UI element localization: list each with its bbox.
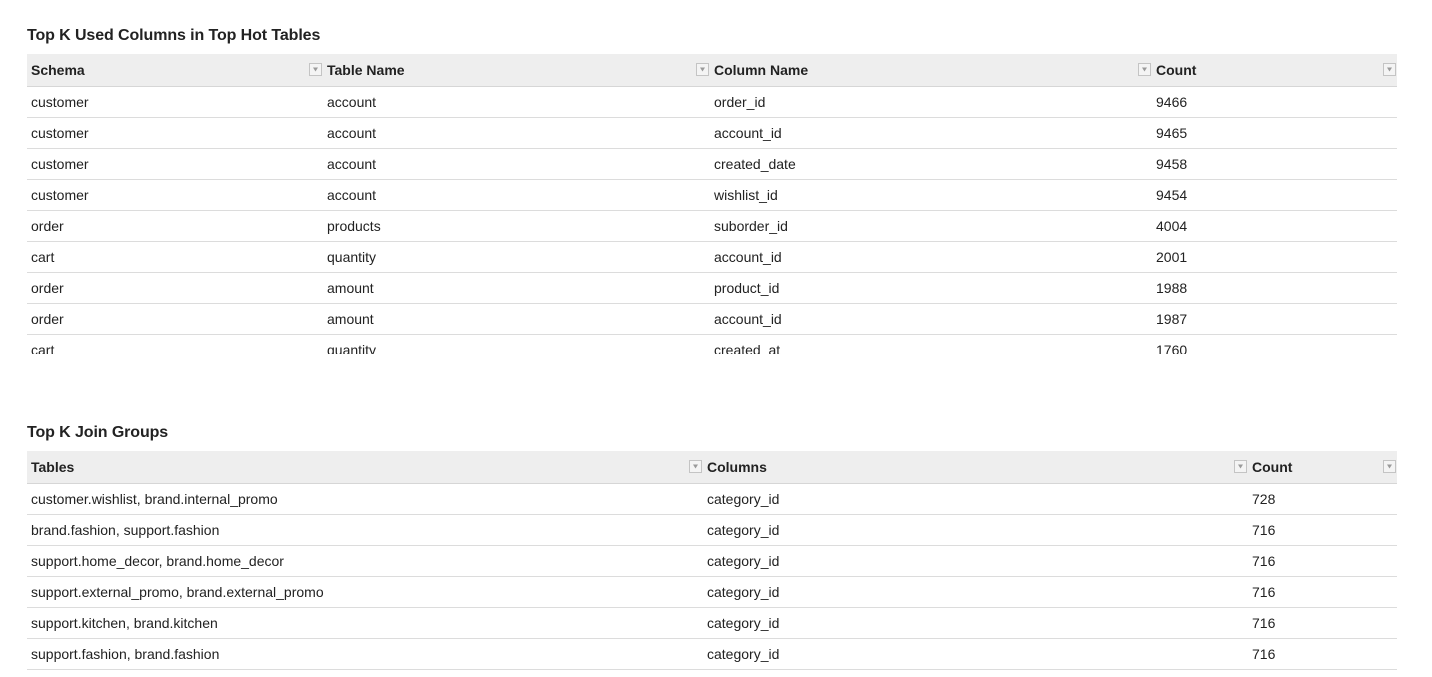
- cell-columns: category_id: [707, 491, 780, 507]
- top-columns-table[interactable]: Schema Table Name Column Name Count cust…: [27, 54, 1397, 354]
- table-row[interactable]: order amount product_id 1988: [27, 273, 1397, 304]
- cell-count: 4004: [1156, 218, 1188, 234]
- join-groups-panel: Top K Join Groups Tables Columns Count c…: [27, 421, 1397, 677]
- table-row[interactable]: support.external_promo, brand.external_p…: [27, 577, 1397, 608]
- column-header-schema[interactable]: Schema: [27, 54, 323, 86]
- filter-dropdown-icon[interactable]: [1234, 460, 1247, 473]
- column-header-count[interactable]: Count: [1152, 54, 1397, 86]
- panel-title: Top K Used Columns in Top Hot Tables: [27, 27, 321, 44]
- table-row[interactable]: cart quantity created_at 1760: [27, 335, 1397, 354]
- cell-table-name: quantity: [327, 249, 377, 265]
- cell-column-name: account_id: [714, 311, 782, 327]
- column-header-column-name[interactable]: Column Name: [710, 54, 1152, 86]
- cell-tables: support.home_decor, brand.home_decor: [31, 553, 284, 569]
- cell-count: 716: [1252, 615, 1276, 631]
- cell-schema: cart: [31, 249, 55, 265]
- cell-table-name: amount: [327, 311, 374, 327]
- cell-schema: order: [31, 280, 64, 296]
- cell-columns: category_id: [707, 553, 780, 569]
- table-row[interactable]: customer account account_id 9465: [27, 118, 1397, 149]
- cell-tables: support.external_promo, brand.external_p…: [31, 584, 324, 600]
- cell-column-name: product_id: [714, 280, 780, 296]
- cell-column-name: wishlist_id: [714, 187, 778, 203]
- column-header-label: Columns: [707, 459, 767, 475]
- cell-column-name: order_id: [714, 94, 766, 110]
- cell-column-name: account_id: [714, 249, 782, 265]
- column-header-label: Count: [1252, 459, 1293, 475]
- cell-count: 716: [1252, 646, 1276, 662]
- table-header: Tables Columns Count: [27, 451, 1397, 484]
- cell-columns: category_id: [707, 584, 780, 600]
- cell-schema: customer: [31, 125, 89, 141]
- table-row[interactable]: cart quantity account_id 2001: [27, 242, 1397, 273]
- cell-count: 716: [1252, 553, 1276, 569]
- column-header-tables[interactable]: Tables: [27, 451, 703, 483]
- cell-count: 9466: [1156, 94, 1188, 110]
- cell-count: 716: [1252, 522, 1276, 538]
- cell-schema: order: [31, 311, 64, 327]
- column-header-label: Schema: [31, 62, 85, 78]
- cell-count: 2001: [1156, 249, 1188, 265]
- cell-table-name: quantity: [327, 342, 377, 354]
- table-row[interactable]: support.kitchen, brand.kitchen category_…: [27, 608, 1397, 639]
- filter-dropdown-icon[interactable]: [689, 460, 702, 473]
- cell-count: 716: [1252, 584, 1276, 600]
- cell-column-name: suborder_id: [714, 218, 788, 234]
- table-row[interactable]: customer.wishlist, brand.internal_promo …: [27, 484, 1397, 515]
- cell-tables: brand.fashion, support.fashion: [31, 522, 220, 538]
- cell-count: 1987: [1156, 311, 1188, 327]
- column-header-columns[interactable]: Columns: [703, 451, 1248, 483]
- table-row[interactable]: customer account created_date 9458: [27, 149, 1397, 180]
- cell-table-name: account: [327, 156, 377, 172]
- column-header-label: Tables: [31, 459, 75, 475]
- column-header-label: Column Name: [714, 62, 809, 78]
- join-groups-table[interactable]: Tables Columns Count customer.wishlist, …: [27, 451, 1397, 677]
- column-header-table-name[interactable]: Table Name: [323, 54, 710, 86]
- filter-dropdown-icon[interactable]: [696, 63, 709, 76]
- table-row[interactable]: support.home_decor, brand.home_decor cat…: [27, 546, 1397, 577]
- filter-dropdown-icon[interactable]: [1383, 63, 1396, 76]
- cell-columns: category_id: [707, 646, 780, 662]
- cell-schema: order: [31, 218, 64, 234]
- top-columns-panel: Top K Used Columns in Top Hot Tables Sch…: [27, 24, 1397, 354]
- cell-tables: support.fashion, brand.fashion: [31, 646, 220, 662]
- table-row[interactable]: order amount account_id 1987: [27, 304, 1397, 335]
- cell-column-name: created_at: [714, 342, 781, 354]
- cell-table-name: account: [327, 94, 377, 110]
- cell-column-name: created_date: [714, 156, 796, 172]
- cell-count: 9465: [1156, 125, 1188, 141]
- column-header-count[interactable]: Count: [1248, 451, 1397, 483]
- cell-table-name: account: [327, 125, 377, 141]
- cell-schema: cart: [31, 342, 55, 354]
- filter-dropdown-icon[interactable]: [309, 63, 322, 76]
- column-header-label: Count: [1156, 62, 1197, 78]
- panel-title: Top K Join Groups: [27, 424, 169, 441]
- cell-schema: customer: [31, 94, 89, 110]
- cell-tables: support.kitchen, brand.kitchen: [31, 615, 218, 631]
- cell-count: 1760: [1156, 342, 1188, 354]
- cell-count: 9454: [1156, 187, 1188, 203]
- table-header: Schema Table Name Column Name Count: [27, 54, 1397, 87]
- cell-column-name: account_id: [714, 125, 782, 141]
- table-row[interactable]: customer account wishlist_id 9454: [27, 180, 1397, 211]
- cell-count: 1988: [1156, 280, 1188, 296]
- cell-table-name: products: [327, 218, 381, 234]
- cell-schema: customer: [31, 156, 89, 172]
- column-header-label: Table Name: [327, 62, 405, 78]
- cell-table-name: account: [327, 187, 377, 203]
- cell-columns: category_id: [707, 522, 780, 538]
- table-row[interactable]: brand.fashion, support.fashion category_…: [27, 515, 1397, 546]
- cell-table-name: amount: [327, 280, 374, 296]
- filter-dropdown-icon[interactable]: [1138, 63, 1151, 76]
- cell-count: 9458: [1156, 156, 1188, 172]
- cell-tables: customer.wishlist, brand.internal_promo: [31, 491, 278, 507]
- table-row[interactable]: customer account order_id 9466: [27, 87, 1397, 118]
- filter-dropdown-icon[interactable]: [1383, 460, 1396, 473]
- cell-count: 728: [1252, 491, 1276, 507]
- cell-columns: category_id: [707, 615, 780, 631]
- table-row[interactable]: support.fashion, brand.fashion category_…: [27, 639, 1397, 670]
- cell-schema: customer: [31, 187, 89, 203]
- table-row[interactable]: order products suborder_id 4004: [27, 211, 1397, 242]
